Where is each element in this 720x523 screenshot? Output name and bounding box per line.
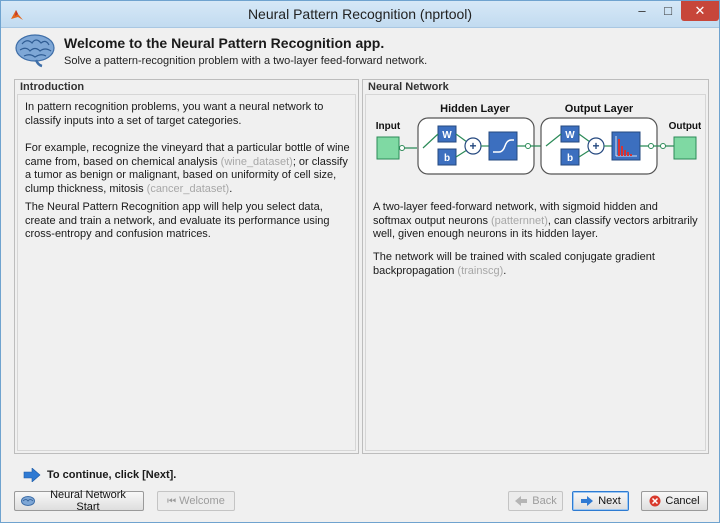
welcome-header: Welcome to the Neural Pattern Recognitio… (1, 28, 719, 75)
network-paragraph-2-text-b: . (503, 264, 507, 277)
neural-network-start-button[interactable]: Neural Network Start (14, 489, 144, 513)
intro-paragraph-2: For example, recognize the vineyard that… (25, 142, 350, 196)
app-window: Neural Pattern Recognition (nprtool) – □… (0, 0, 720, 523)
window-title: Neural Pattern Recognition (nprtool) (247, 6, 473, 22)
output-b-text: b (567, 153, 573, 164)
cancel-label: Cancel (665, 495, 700, 507)
output-plus-text: + (592, 139, 599, 153)
skip-back-icon: ⏮ (167, 495, 176, 507)
input-label: Input (376, 121, 401, 132)
input-node (376, 136, 400, 160)
cancel-icon (649, 495, 661, 507)
cancel-button[interactable]: Cancel (641, 491, 708, 511)
patternnet-link[interactable]: (patternnet) (491, 215, 548, 227)
next-button[interactable]: Next (572, 491, 629, 511)
network-paragraph-2-text-a: The network will be trained with scaled … (373, 251, 655, 277)
close-window-button[interactable]: ✕ (681, 1, 719, 21)
maximize-button[interactable]: □ (655, 1, 681, 21)
hidden-layer-label: Hidden Layer (440, 103, 510, 115)
sigmoid-transfer-block (488, 131, 518, 161)
network-paragraph-1: A two-layer feed-forward network, with s… (373, 201, 698, 242)
output-w-text: W (565, 130, 575, 141)
welcome-label: Welcome (179, 495, 225, 507)
introduction-panel: Introduction In pattern recognition prob… (14, 79, 359, 454)
wine-dataset-link[interactable]: (wine_dataset) (221, 156, 293, 168)
neural-network-panel-title: Neural Network (368, 81, 452, 93)
back-button[interactable]: Back (508, 491, 563, 511)
continue-text: To continue, click [Next]. (47, 469, 177, 481)
page-subtitle: Solve a pattern-recognition problem with… (64, 55, 428, 67)
intro-paragraph-3: The Neural Pattern Recognition app will … (25, 201, 330, 240)
brain-small-icon (21, 496, 35, 506)
output-label: Output (669, 121, 701, 132)
neural-network-panel: Neural Network Hidden Layer Output Layer… (362, 79, 709, 454)
welcome-button[interactable]: ⏮ Welcome (157, 491, 235, 511)
output-node (673, 136, 697, 160)
arrow-right-small-icon (581, 496, 594, 506)
title-bar[interactable]: Neural Pattern Recognition (nprtool) – □… (1, 1, 719, 28)
trainscg-link[interactable]: (trainscg) (457, 265, 503, 277)
hidden-w-text: W (442, 130, 452, 141)
introduction-panel-title: Introduction (20, 81, 88, 93)
neural-network-start-label: Neural Network Start (50, 489, 126, 513)
arrow-left-icon (515, 496, 528, 506)
brain-icon (15, 34, 55, 68)
hidden-b-text: b (444, 153, 450, 164)
arrow-right-icon (23, 468, 41, 482)
hidden-plus-text: + (469, 139, 476, 153)
output-layer-label: Output Layer (565, 103, 634, 115)
minimize-button[interactable]: – (629, 1, 655, 21)
page-title: Welcome to the Neural Pattern Recognitio… (64, 35, 385, 51)
network-diagram: Hidden Layer Output Layer Input Output W… (376, 103, 701, 175)
intro-paragraph-2-text-c: . (229, 182, 233, 195)
next-label: Next (598, 495, 621, 507)
cancer-dataset-link[interactable]: (cancer_dataset) (147, 183, 230, 195)
intro-paragraph-1: In pattern recognition problems, you wan… (25, 101, 324, 127)
network-paragraph-2: The network will be trained with scaled … (373, 251, 698, 278)
back-label: Back (532, 495, 557, 507)
